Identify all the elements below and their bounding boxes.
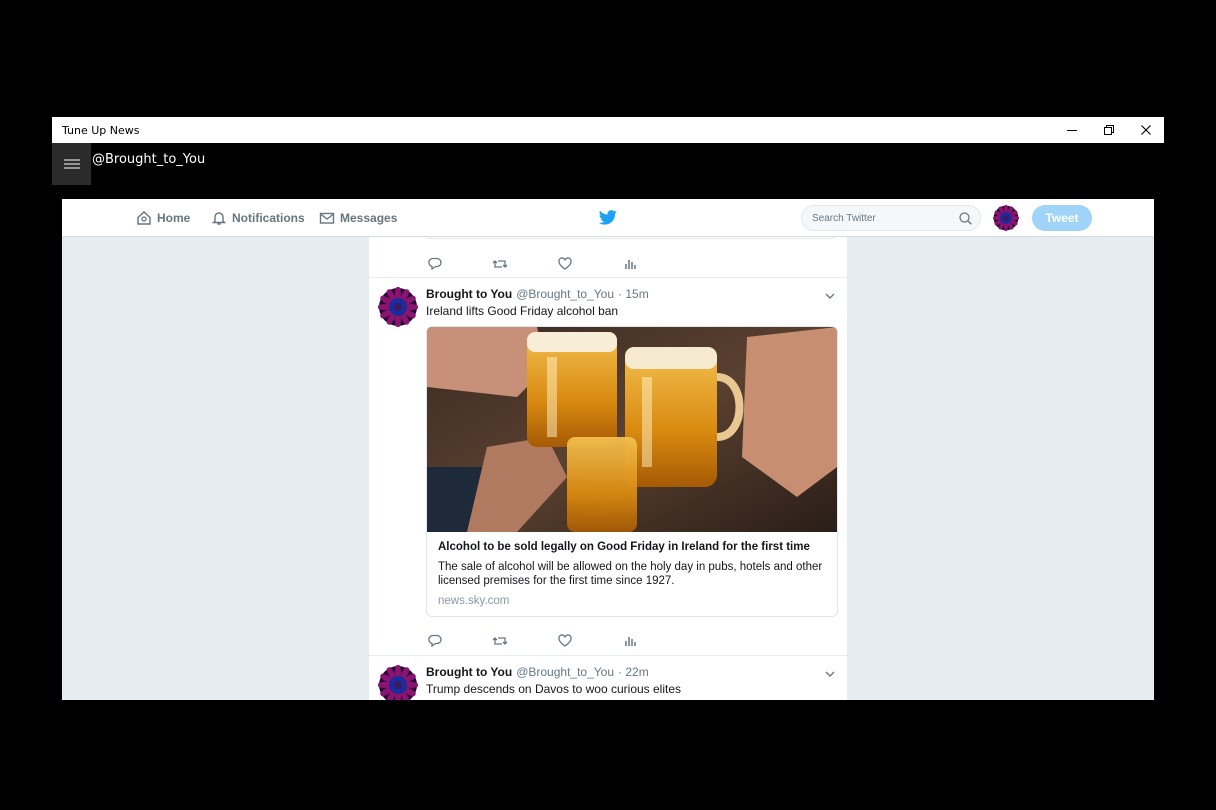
tweet-author-handle[interactable]: @Brought_to_You <box>516 665 614 679</box>
nav-home[interactable]: Home <box>136 210 190 226</box>
twitter-logo[interactable] <box>599 210 617 230</box>
analytics-icon <box>625 259 636 270</box>
window-title: Tune Up News <box>62 123 140 137</box>
envelope-icon <box>319 212 335 224</box>
reply-icon <box>428 257 442 270</box>
retweet-button[interactable] <box>492 633 557 649</box>
tweet-actions <box>427 633 687 649</box>
minimize-icon <box>1066 130 1077 131</box>
tweet-avatar[interactable] <box>378 287 418 327</box>
nav-messages[interactable]: Messages <box>319 210 397 226</box>
home-icon <box>137 211 151 225</box>
like-button[interactable] <box>557 256 622 272</box>
tweet[interactable]: Brought to You @Brought_to_You · 15m Ire… <box>369 277 847 655</box>
search-input[interactable] <box>812 212 959 224</box>
minimize-button[interactable] <box>1053 117 1090 143</box>
tweet-text: Ireland lifts Good Friday alcohol ban <box>426 304 619 318</box>
compose-tweet-button[interactable]: Tweet <box>1032 205 1092 231</box>
tweet[interactable]: Brought to You @Brought_to_You · 22m Tru… <box>369 655 847 700</box>
tweet-header: Brought to You @Brought_to_You · 15m <box>426 287 649 301</box>
close-icon <box>1140 125 1151 135</box>
heart-icon <box>558 257 572 270</box>
chevron-down-icon <box>825 293 835 299</box>
avatar-image <box>378 287 418 327</box>
timeline[interactable]: Brought to You @Brought_to_You · 15m Ire… <box>369 237 847 700</box>
analytics-button[interactable] <box>622 633 687 649</box>
previous-card-edge <box>425 237 837 239</box>
tweet-timestamp[interactable]: · 22m <box>618 665 649 679</box>
tweet-header: Brought to You @Brought_to_You · 22m <box>426 665 649 679</box>
nav-notifications[interactable]: Notifications <box>211 210 305 226</box>
retweet-button[interactable] <box>492 256 557 272</box>
reply-button[interactable] <box>427 633 492 649</box>
tweet-actions <box>427 256 687 272</box>
twitter-top-nav: Home Notifications Messages Tweet <box>62 199 1154 237</box>
card-title: Alcohol to be sold legally on Good Frida… <box>438 541 810 553</box>
reply-button[interactable] <box>427 256 492 272</box>
bell-icon <box>211 212 227 225</box>
tweet-options-button[interactable] <box>824 667 836 685</box>
avatar-image <box>378 665 418 700</box>
restore-icon <box>1103 125 1114 135</box>
restore-button[interactable] <box>1090 117 1127 143</box>
hamburger-icon <box>63 159 80 169</box>
window-controls <box>1053 117 1164 143</box>
tweet-text: Trump descends on Davos to woo curious e… <box>426 682 682 696</box>
nav-messages-label: Messages <box>340 211 398 225</box>
reply-icon <box>428 634 442 647</box>
like-button[interactable] <box>557 633 622 649</box>
tweet-author-name[interactable]: Brought to You <box>426 287 512 301</box>
retweet-icon <box>492 637 508 645</box>
tweet-timestamp[interactable]: · 15m <box>618 287 649 301</box>
tweet-author-handle[interactable]: @Brought_to_You <box>516 287 614 301</box>
analytics-icon <box>625 636 636 647</box>
twitter-bird-icon <box>599 210 617 225</box>
analytics-button[interactable] <box>622 256 687 272</box>
heart-icon <box>558 634 572 647</box>
nav-notifications-label: Notifications <box>232 211 305 225</box>
app-header: @Brought_to_You <box>52 143 1164 199</box>
chevron-down-icon <box>825 671 835 677</box>
tweet-avatar[interactable] <box>378 665 418 700</box>
close-button[interactable] <box>1127 117 1164 143</box>
profile-avatar[interactable] <box>993 205 1019 231</box>
account-name: @Brought_to_You <box>92 152 206 167</box>
nav-home-label: Home <box>157 211 191 225</box>
tweet-author-name[interactable]: Brought to You <box>426 665 512 679</box>
avatar-image <box>993 205 1019 231</box>
twitter-webview: Home Notifications Messages Tweet <box>62 199 1154 700</box>
link-card[interactable]: Alcohol to be sold legally on Good Frida… <box>426 326 838 617</box>
app-window: Tune Up News @Brought_to_You Home Notifi… <box>52 117 1164 700</box>
card-image <box>427 327 837 532</box>
tweet-options-button[interactable] <box>824 289 836 307</box>
search-icon[interactable] <box>959 211 972 225</box>
title-bar: Tune Up News <box>52 117 1164 143</box>
search-box[interactable] <box>801 205 981 231</box>
hamburger-menu-button[interactable] <box>52 143 91 185</box>
card-description: The sale of alcohol will be allowed on t… <box>438 561 823 587</box>
card-domain: news.sky.com <box>438 595 510 607</box>
retweet-icon <box>492 260 508 268</box>
